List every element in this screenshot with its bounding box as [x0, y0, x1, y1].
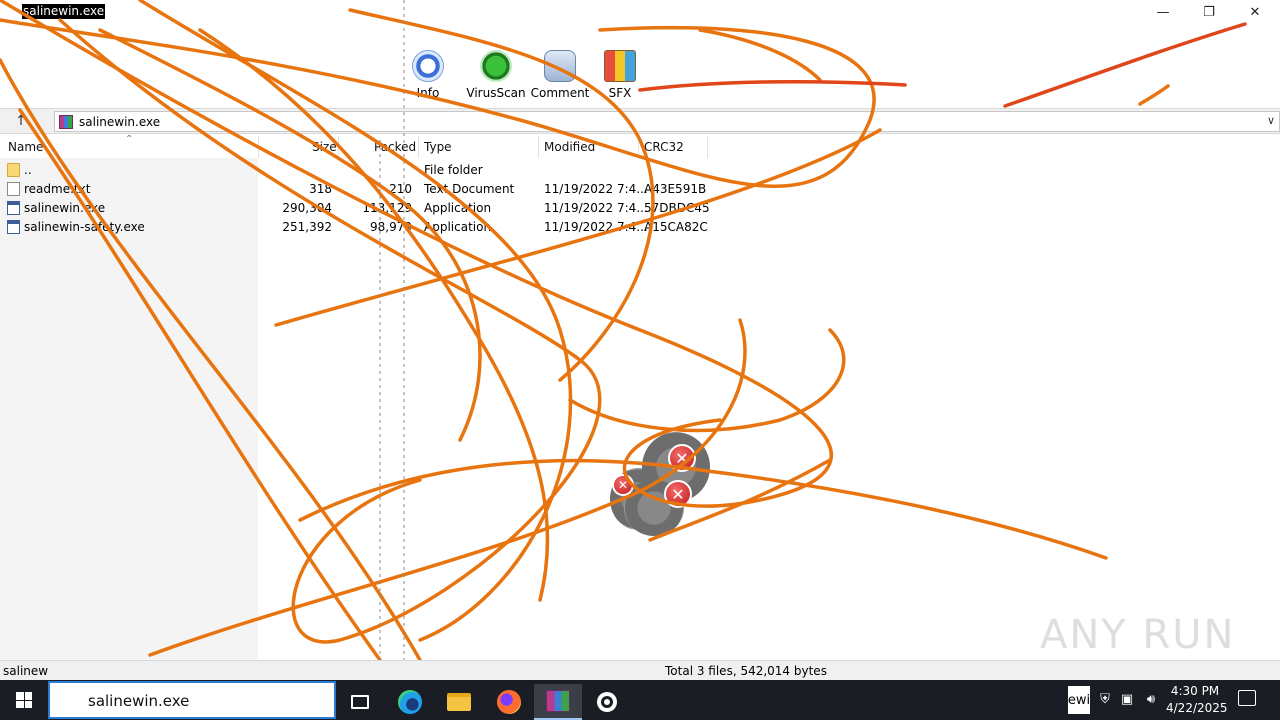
file-modified: 11/19/2022 7:4...: [544, 220, 648, 234]
comment-button[interactable]: Comment: [528, 50, 592, 104]
folder-icon: [7, 163, 20, 177]
notification-icon[interactable]: [1238, 690, 1256, 706]
file-name: salinewin.exe: [24, 201, 106, 215]
column-separator[interactable]: [418, 136, 419, 158]
virusscan-label: VirusScan: [466, 86, 526, 100]
window-title: salinewin.exe: [22, 4, 106, 19]
file-size: 318: [309, 182, 332, 196]
file-type: Application: [424, 220, 492, 234]
address-path: salinewin.exe: [79, 115, 161, 129]
virusscan-button[interactable]: VirusScan: [464, 50, 528, 104]
info-icon: [412, 50, 444, 82]
close-button[interactable]: ✕: [1232, 0, 1278, 24]
text-file-icon: [7, 182, 20, 196]
column-separator[interactable]: [707, 136, 708, 158]
file-packed: 98,979: [370, 220, 412, 234]
virusscan-icon: [480, 50, 512, 82]
winrar-button[interactable]: [534, 684, 582, 720]
file-type: Text Document: [424, 182, 515, 196]
file-packed: 210: [389, 182, 412, 196]
clock-time: 4:30 PM: [1170, 684, 1220, 698]
file-size: 251,392: [282, 220, 332, 234]
column-separator[interactable]: [338, 136, 339, 158]
error-icon: ✕: [668, 444, 696, 472]
toolbar: Info VirusScan Comment SFX: [0, 40, 1280, 104]
file-crc32: A43E591B: [644, 182, 707, 196]
application-icon: [7, 220, 20, 234]
list-item[interactable]: .. File folder: [0, 161, 720, 180]
file-size: 290,304: [282, 201, 332, 215]
file-name: salinewin-safety.exe: [24, 220, 145, 234]
gear-icon: [597, 692, 617, 712]
column-separator[interactable]: [538, 136, 539, 158]
list-item[interactable]: salinewin.exe 290,304 113,129 Applicatio…: [0, 199, 720, 218]
file-packed: 113,129: [362, 201, 412, 215]
chevron-down-icon[interactable]: ∨: [1267, 114, 1275, 127]
security-icon[interactable]: ⛨: [1096, 690, 1114, 708]
watermark: ANY RUN: [1040, 612, 1236, 658]
info-label: Info: [416, 86, 440, 100]
file-name: ..: [24, 163, 32, 177]
list-item[interactable]: salinewin-safety.exe 251,392 98,979 Appl…: [0, 218, 720, 237]
title-bar: salinewin.exe — ❐ ✕: [0, 0, 1280, 24]
list-item[interactable]: readme.txt 318 210 Text Document 11/19/2…: [0, 180, 720, 199]
column-separator[interactable]: [258, 136, 259, 158]
sfx-icon: [604, 50, 636, 82]
column-crc32[interactable]: CRC32: [644, 140, 684, 154]
firefox-icon: [497, 690, 521, 714]
status-left: salinew: [3, 664, 49, 678]
file-explorer-icon: [447, 693, 471, 711]
error-icon: ✕: [612, 474, 634, 496]
settings-button[interactable]: [583, 684, 631, 720]
sfx-button[interactable]: SFX: [588, 50, 652, 104]
task-view-button[interactable]: [336, 684, 384, 720]
start-button[interactable]: [0, 680, 48, 720]
sfx-label: SFX: [608, 86, 632, 100]
status-bar: salinew Total 3 files, 542,014 bytes: [0, 660, 1280, 680]
error-icon-cluster: ✕ ✕ ✕: [606, 430, 716, 540]
address-field[interactable]: salinewin.exe ∨: [54, 111, 1280, 132]
file-name: readme.txt: [24, 182, 91, 196]
winrar-icon: [546, 690, 570, 712]
file-crc32: A15CA82C: [644, 220, 708, 234]
maximize-button[interactable]: ❐: [1186, 0, 1232, 24]
column-modified[interactable]: Modified: [544, 140, 595, 154]
info-button[interactable]: Info: [396, 50, 460, 104]
windows-icon: [16, 692, 32, 708]
column-packed[interactable]: Packed: [374, 140, 416, 154]
search-text: salinewin.exe: [88, 692, 190, 710]
column-type[interactable]: Type: [424, 140, 452, 154]
clock[interactable]: 4:30 PM 4/22/2025: [1166, 683, 1228, 717]
file-modified: 11/19/2022 7:4...: [544, 182, 648, 196]
minimize-button[interactable]: —: [1140, 0, 1186, 24]
tray-window-thumbnail[interactable]: ewi: [1068, 686, 1090, 714]
edge-button[interactable]: [386, 684, 434, 720]
column-header: Name ⌃ Size Packed Type Modified CRC32: [0, 134, 1280, 158]
address-bar: ↑ salinewin.exe ∨: [0, 108, 1280, 134]
comment-icon: [544, 50, 576, 82]
firefox-button[interactable]: [485, 684, 533, 720]
file-crc32: 57DBDC45: [644, 201, 710, 215]
column-separator[interactable]: [638, 136, 639, 158]
taskbar-search-input[interactable]: salinewin.exe: [48, 681, 336, 719]
archive-icon: [59, 115, 73, 129]
volume-icon[interactable]: 🔊︎: [1142, 690, 1160, 708]
file-explorer-button[interactable]: [435, 684, 483, 720]
file-modified: 11/19/2022 7:4...: [544, 201, 648, 215]
file-list: Name ⌃ Size Packed Type Modified CRC32 .…: [0, 134, 1280, 660]
comment-label: Comment: [530, 86, 590, 100]
clock-date: 4/22/2025: [1166, 701, 1228, 715]
application-icon: [7, 201, 20, 215]
file-type: Application: [424, 201, 492, 215]
status-total: Total 3 files, 542,014 bytes: [665, 664, 827, 678]
up-arrow-icon[interactable]: ↑: [6, 111, 36, 131]
error-icon: ✕: [664, 480, 692, 508]
task-view-icon: [351, 695, 369, 709]
column-name[interactable]: Name: [8, 140, 43, 154]
network-icon[interactable]: ▣: [1118, 690, 1136, 708]
edge-icon: [398, 690, 422, 714]
sort-ascending-icon: ⌃: [125, 134, 134, 145]
file-type: File folder: [424, 163, 483, 177]
column-size[interactable]: Size: [312, 140, 337, 154]
